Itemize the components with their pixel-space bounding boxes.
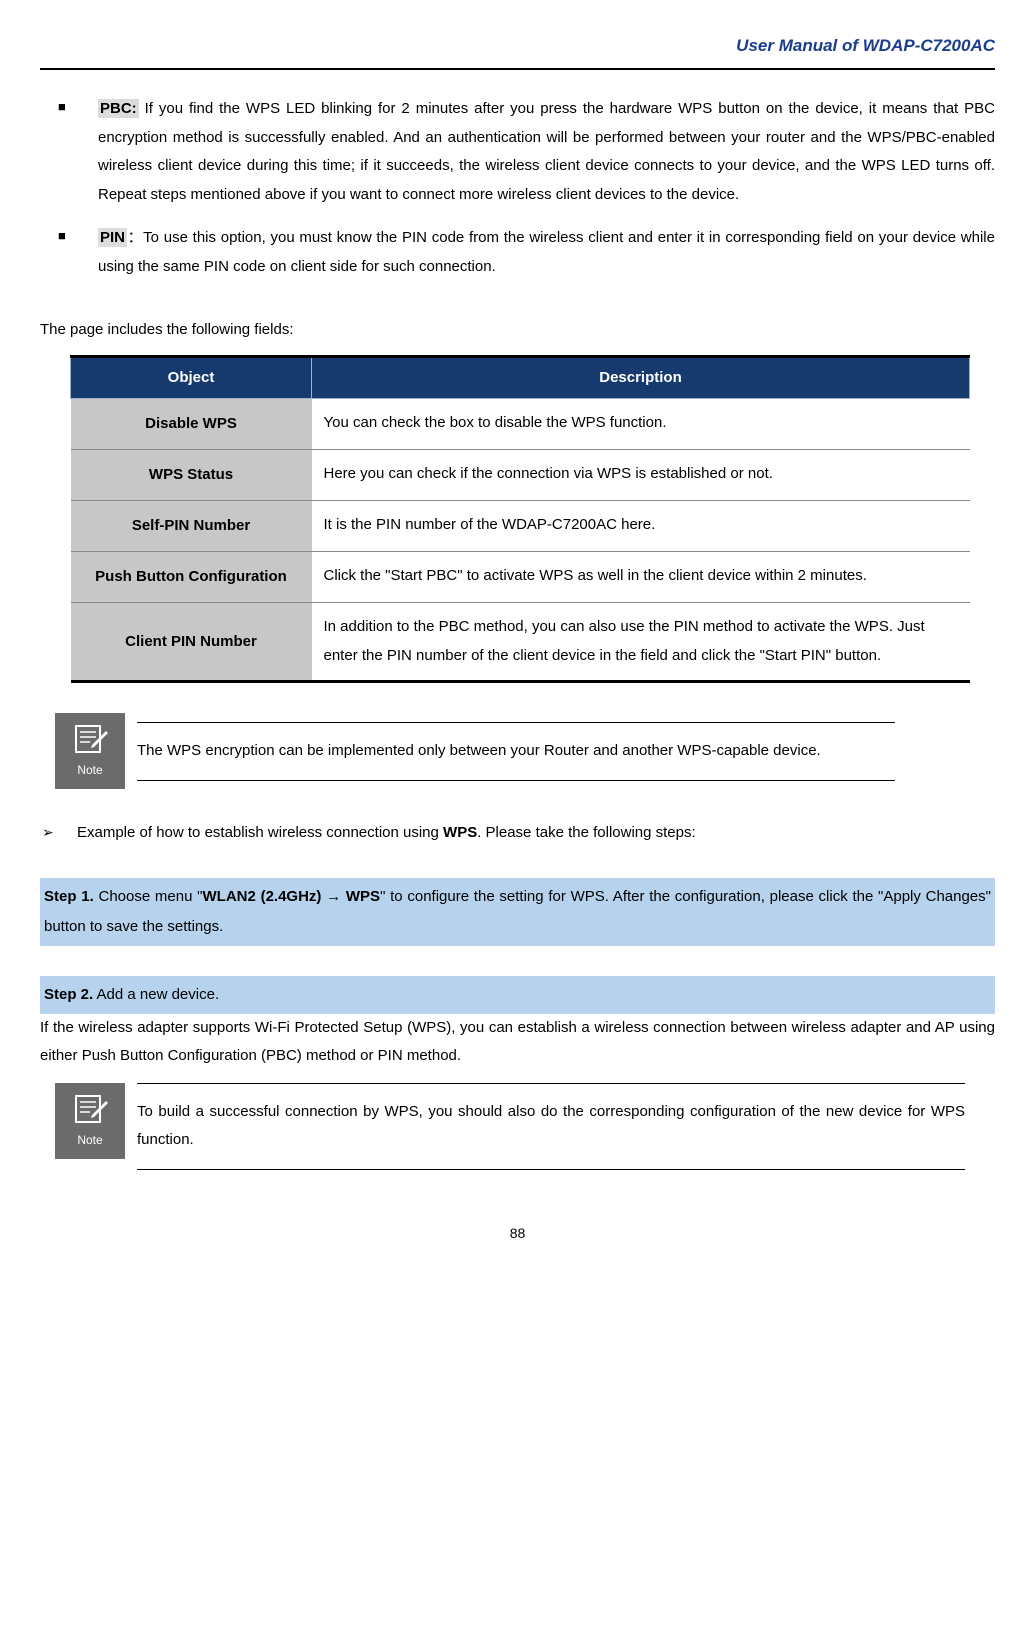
pin-sep: ： bbox=[127, 229, 143, 246]
bullet-marker-icon: ■ bbox=[40, 224, 98, 281]
pbc-label: PBC: bbox=[98, 99, 139, 118]
pbc-text: If you find the WPS LED blinking for 2 m… bbox=[98, 100, 995, 203]
bullet-pin-content: PIN：To use this option, you must know th… bbox=[98, 224, 995, 281]
table-row: Push Button Configuration Click the "Sta… bbox=[71, 552, 970, 603]
note-label: Note bbox=[77, 759, 102, 782]
cell-object: Push Button Configuration bbox=[71, 552, 312, 603]
step-2-num: Step 2. bbox=[44, 986, 93, 1003]
step-2-paragraph: If the wireless adapter supports Wi-Fi P… bbox=[40, 1014, 995, 1071]
cell-object: Disable WPS bbox=[71, 399, 312, 450]
pin-text: To use this option, you must know the PI… bbox=[98, 229, 995, 275]
step-2-block: Step 2. Add a new device. bbox=[40, 976, 995, 1014]
chevron-right-icon: ➢ bbox=[40, 819, 77, 848]
table-row: Self-PIN Number It is the PIN number of … bbox=[71, 501, 970, 552]
note-icon: Note bbox=[55, 1083, 125, 1159]
table-row: Disable WPS You can check the box to dis… bbox=[71, 399, 970, 450]
example-text: Example of how to establish wireless con… bbox=[77, 819, 696, 848]
header-title: User Manual of WDAP-C7200AC bbox=[40, 30, 995, 62]
cell-object: Self-PIN Number bbox=[71, 501, 312, 552]
table-intro: The page includes the following fields: bbox=[40, 316, 995, 345]
note-text-wrap: The WPS encryption can be implemented on… bbox=[137, 713, 895, 789]
bullet-pbc-content: PBC: If you find the WPS LED blinking fo… bbox=[98, 95, 995, 209]
notepad-icon bbox=[70, 1090, 110, 1126]
step-1-b2: WPS bbox=[341, 888, 380, 905]
arrow-right-icon: → bbox=[326, 888, 341, 905]
step-1-b1: WLAN2 (2.4GHz) bbox=[203, 888, 327, 905]
cell-desc: It is the PIN number of the WDAP-C7200AC… bbox=[312, 501, 970, 552]
note-label: Note bbox=[77, 1129, 102, 1152]
cell-object: Client PIN Number bbox=[71, 603, 312, 682]
note-text: To build a successful connection by WPS,… bbox=[137, 1083, 965, 1170]
step-2-t1: Add a new device. bbox=[93, 986, 219, 1003]
bullet-pbc: ■ PBC: If you find the WPS LED blinking … bbox=[40, 95, 995, 209]
th-object: Object bbox=[71, 356, 312, 399]
table-header-row: Object Description bbox=[71, 356, 970, 399]
cell-desc: In addition to the PBC method, you can a… bbox=[312, 603, 970, 682]
example-suffix: . Please take the following steps: bbox=[477, 824, 695, 841]
th-description: Description bbox=[312, 356, 970, 399]
step-1-num: Step 1. bbox=[44, 888, 94, 905]
table-row: Client PIN Number In addition to the PBC… bbox=[71, 603, 970, 682]
cell-desc: Here you can check if the connection via… bbox=[312, 450, 970, 501]
note-block-2: Note To build a successful connection by… bbox=[55, 1083, 965, 1170]
table-row: WPS Status Here you can check if the con… bbox=[71, 450, 970, 501]
cell-object: WPS Status bbox=[71, 450, 312, 501]
cell-desc: You can check the box to disable the WPS… bbox=[312, 399, 970, 450]
header-divider bbox=[40, 68, 995, 70]
step-1-t1: Choose menu " bbox=[94, 888, 203, 905]
note-text: The WPS encryption can be implemented on… bbox=[137, 722, 895, 781]
example-line: ➢ Example of how to establish wireless c… bbox=[40, 819, 995, 848]
fields-table: Object Description Disable WPS You can c… bbox=[70, 355, 970, 684]
note-block-1: Note The WPS encryption can be implement… bbox=[55, 713, 895, 789]
note-text-wrap: To build a successful connection by WPS,… bbox=[137, 1083, 965, 1170]
example-bold: WPS bbox=[443, 824, 477, 841]
bullet-marker-icon: ■ bbox=[40, 95, 98, 209]
notepad-icon bbox=[70, 720, 110, 756]
page-number: 88 bbox=[40, 1220, 995, 1247]
cell-desc: Click the "Start PBC" to activate WPS as… bbox=[312, 552, 970, 603]
bullet-pin: ■ PIN：To use this option, you must know … bbox=[40, 224, 995, 281]
pin-label: PIN bbox=[98, 228, 127, 247]
example-prefix: Example of how to establish wireless con… bbox=[77, 824, 443, 841]
step-1-block: Step 1. Choose menu "WLAN2 (2.4GHz) → WP… bbox=[40, 878, 995, 946]
note-icon: Note bbox=[55, 713, 125, 789]
